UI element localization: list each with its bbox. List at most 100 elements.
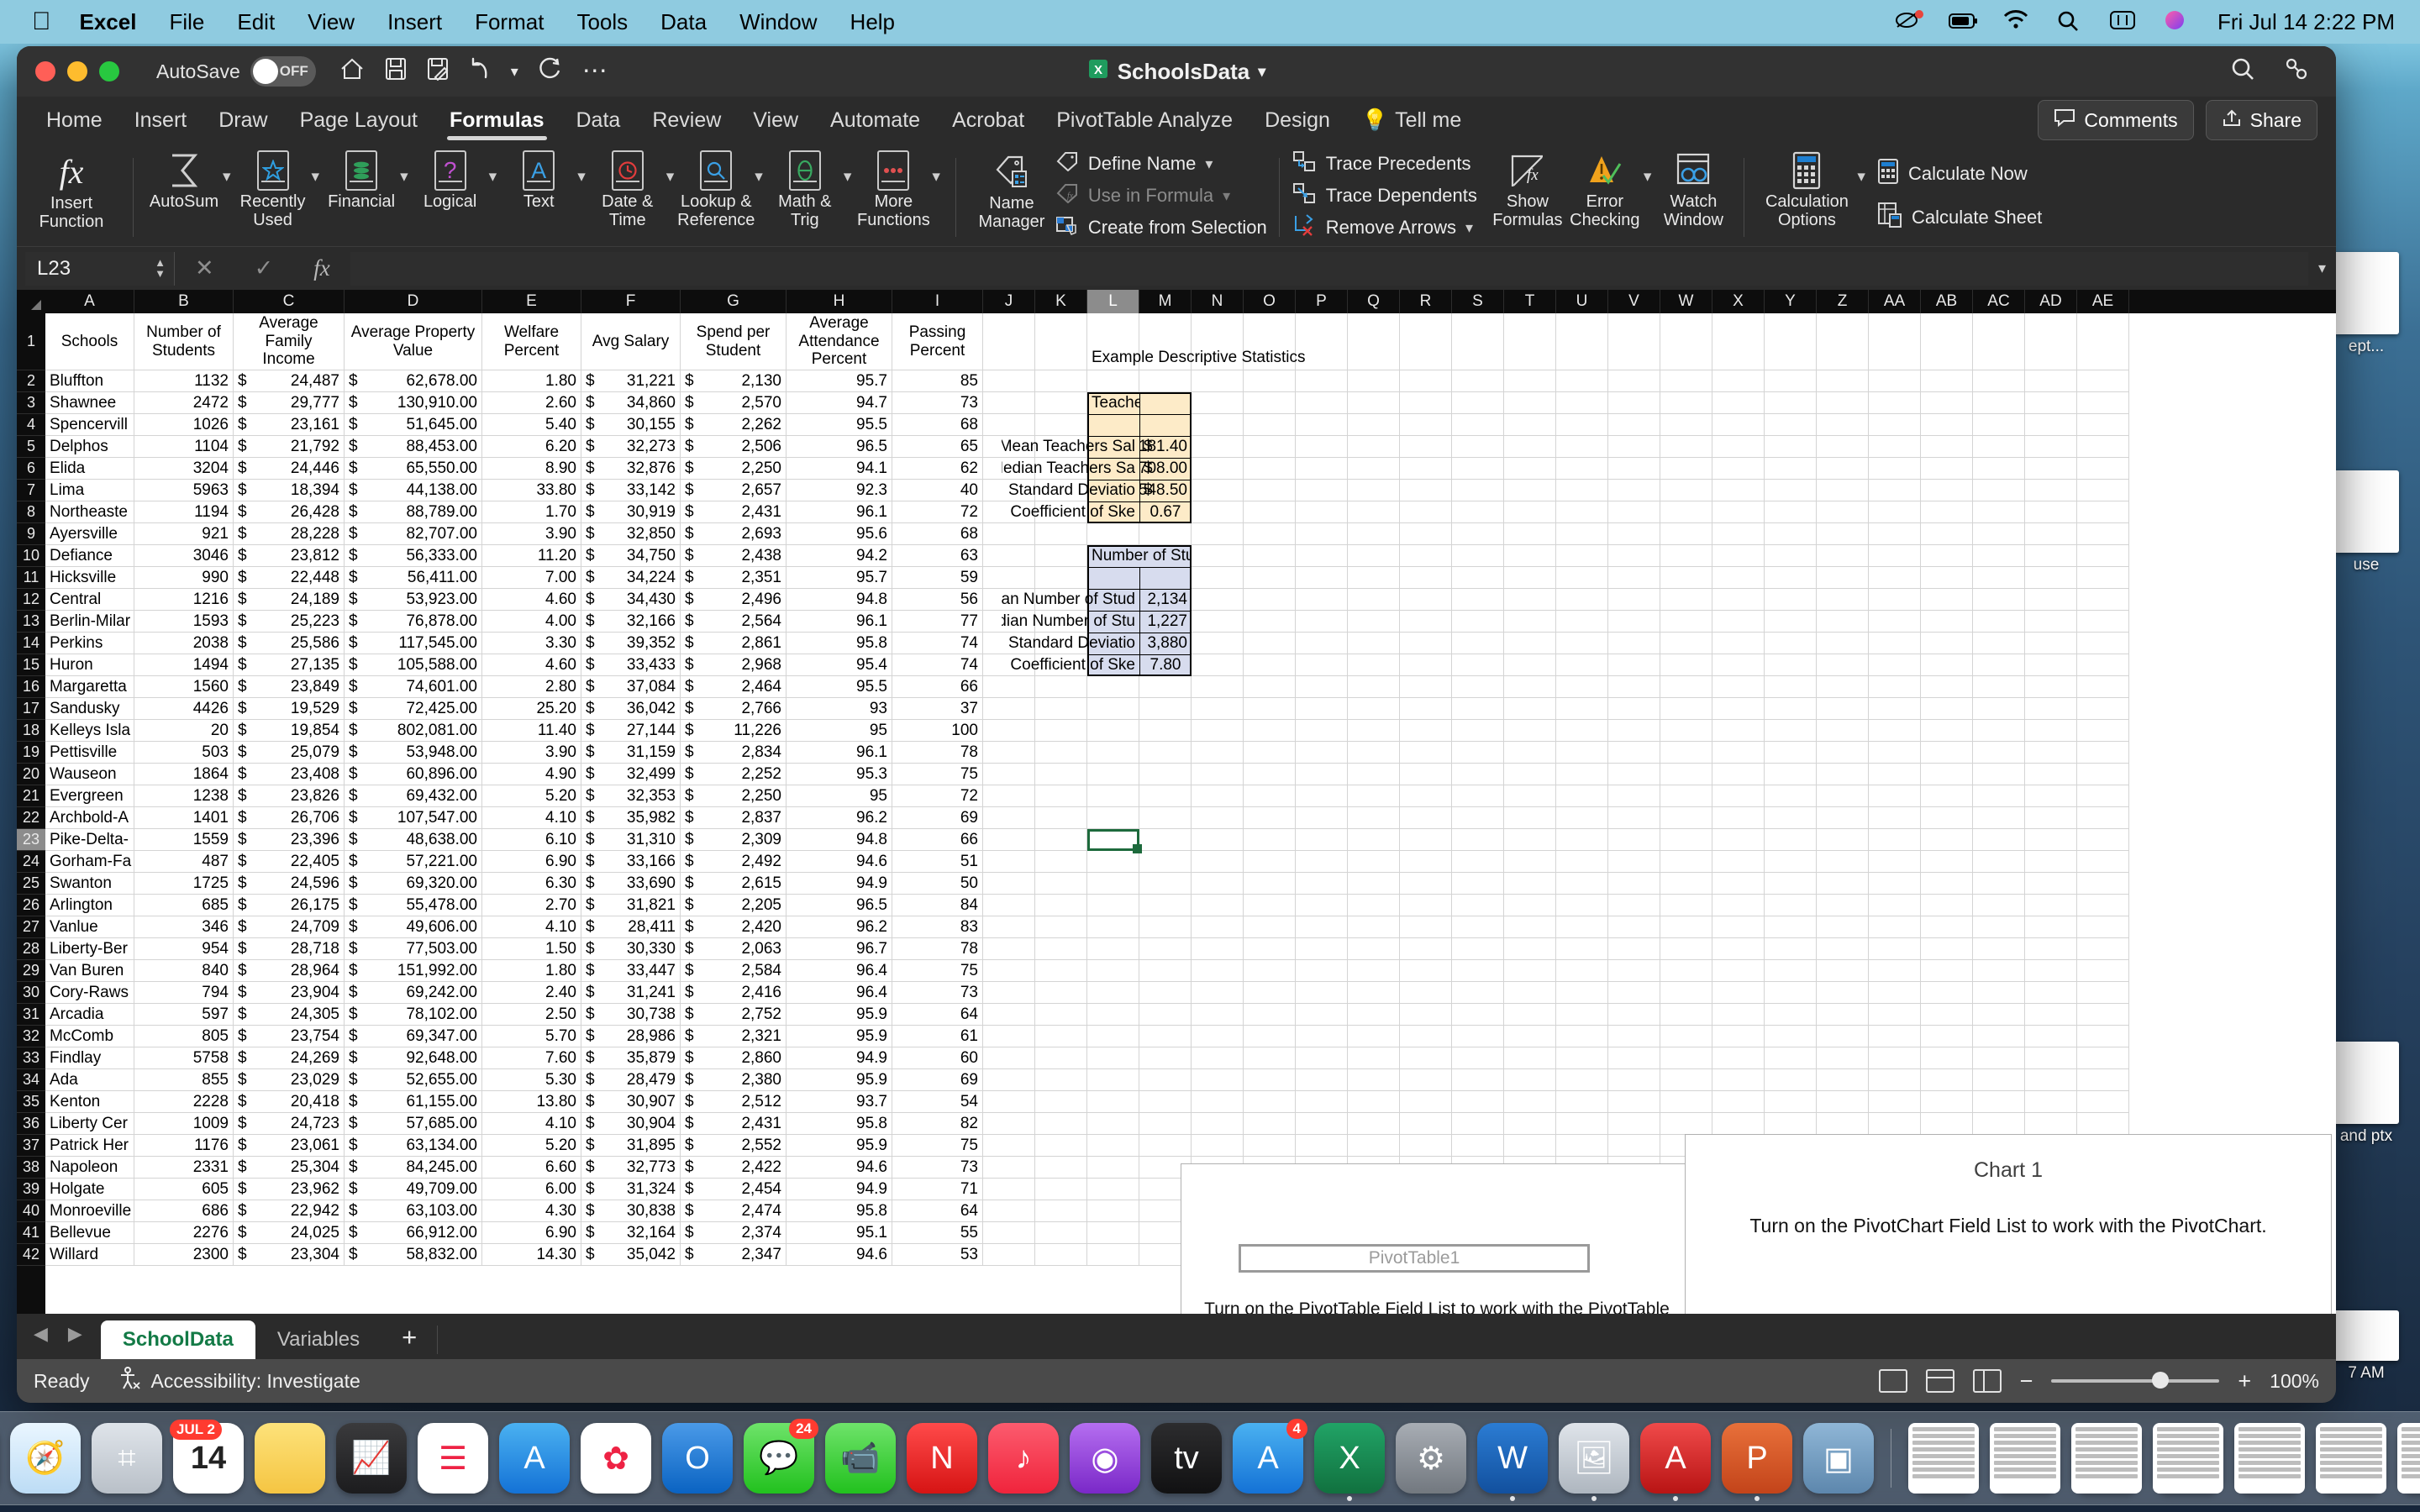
cell-w[interactable]: [1660, 1047, 1712, 1069]
cell-o[interactable]: [1244, 633, 1296, 654]
cell-g[interactable]: $2,615: [681, 873, 786, 895]
cell-s[interactable]: [1452, 545, 1504, 567]
cell-k[interactable]: [1035, 895, 1087, 916]
cell-o[interactable]: [1244, 873, 1296, 895]
cell-ae[interactable]: [2077, 313, 2129, 370]
cell-b[interactable]: 685: [134, 895, 234, 916]
cell-t[interactable]: [1504, 960, 1556, 982]
cell-a[interactable]: Napoleon: [45, 1157, 134, 1179]
cell-aa[interactable]: [1869, 523, 1921, 545]
cell-o[interactable]: [1244, 589, 1296, 611]
cell-h[interactable]: 95.9: [786, 1135, 892, 1157]
cell-r[interactable]: [1400, 1026, 1452, 1047]
row-header-3[interactable]: 3: [17, 392, 45, 414]
cell-d[interactable]: $72,425.00: [345, 698, 482, 720]
cell-g[interactable]: $2,861: [681, 633, 786, 654]
cell-a[interactable]: Defiance: [45, 545, 134, 567]
cell-r[interactable]: [1400, 785, 1452, 807]
cell-j[interactable]: [983, 1069, 1035, 1091]
column-header-b[interactable]: B: [134, 290, 234, 313]
cell-z[interactable]: [1817, 742, 1869, 764]
cell-ac[interactable]: [1973, 1026, 2025, 1047]
cell-i[interactable]: 53: [892, 1244, 983, 1266]
cell-ac[interactable]: [1973, 982, 2025, 1004]
cell-n[interactable]: [1192, 698, 1244, 720]
row-header-14[interactable]: 14: [17, 633, 45, 654]
cell-x[interactable]: [1712, 764, 1765, 785]
dock-acrobat-icon[interactable]: A: [1640, 1423, 1711, 1501]
search-icon[interactable]: [2056, 9, 2085, 34]
cell-n[interactable]: [1192, 611, 1244, 633]
cell-b[interactable]: 1401: [134, 807, 234, 829]
dock-podcasts-icon[interactable]: ◉: [1070, 1423, 1140, 1494]
cell-ad[interactable]: [2025, 501, 2077, 523]
cell-a[interactable]: Ada: [45, 1069, 134, 1091]
cell-o[interactable]: [1244, 895, 1296, 916]
cell-ad[interactable]: [2025, 829, 2077, 851]
cell-w[interactable]: [1660, 480, 1712, 501]
cell-aa[interactable]: [1869, 545, 1921, 567]
cell-k[interactable]: [1035, 982, 1087, 1004]
cell-c[interactable]: $24,596: [234, 873, 345, 895]
normal-view-button[interactable]: [1878, 1369, 1907, 1393]
cell-ab[interactable]: [1921, 313, 1973, 370]
cell-a[interactable]: Evergreen: [45, 785, 134, 807]
cell-t[interactable]: [1504, 1113, 1556, 1135]
cell-p[interactable]: [1296, 742, 1348, 764]
cell-x[interactable]: [1712, 895, 1765, 916]
cell-k[interactable]: [1035, 1200, 1087, 1222]
cell-t[interactable]: [1504, 1004, 1556, 1026]
cell-ad[interactable]: [2025, 851, 2077, 873]
use-in-formula-button[interactable]: fx Use in Formula ▾: [1055, 181, 1267, 211]
cell-j[interactable]: [983, 567, 1035, 589]
cell-aa[interactable]: [1869, 785, 1921, 807]
more-functions-button[interactable]: More Functions ▾: [855, 149, 944, 230]
cell-p[interactable]: [1296, 1026, 1348, 1047]
cell-w[interactable]: [1660, 982, 1712, 1004]
cell-i[interactable]: 78: [892, 742, 983, 764]
cell-h[interactable]: 96.5: [786, 895, 892, 916]
cell-m[interactable]: [1139, 895, 1192, 916]
cell-l[interactable]: [1087, 938, 1139, 960]
cell-j[interactable]: [983, 829, 1035, 851]
sheet-nav-arrows[interactable]: ◀ ▶: [29, 1314, 101, 1359]
cell-w[interactable]: [1660, 873, 1712, 895]
cell-n[interactable]: [1192, 829, 1244, 851]
cell-z[interactable]: [1817, 807, 1869, 829]
cell-s[interactable]: [1452, 960, 1504, 982]
cell-o[interactable]: [1244, 436, 1296, 458]
cell-q[interactable]: [1348, 1113, 1400, 1135]
cell-x[interactable]: [1712, 501, 1765, 523]
cell-l[interactable]: [1087, 1069, 1139, 1091]
cell-f[interactable]: $35,879: [581, 1047, 681, 1069]
table-row[interactable]: McComb 805 $23,754 $69,347.00 5.70 $28,986 $2,…: [45, 1026, 2336, 1047]
cell-h[interactable]: 96.1: [786, 501, 892, 523]
cell-o[interactable]: [1244, 567, 1296, 589]
cell-h[interactable]: 95.8: [786, 1200, 892, 1222]
cell-i[interactable]: 60: [892, 1047, 983, 1069]
cell-h[interactable]: 93.7: [786, 1091, 892, 1113]
cell-ad[interactable]: [2025, 982, 2077, 1004]
cell-p[interactable]: [1296, 567, 1348, 589]
cell-a[interactable]: Cory-Raws: [45, 982, 134, 1004]
cell-t[interactable]: [1504, 720, 1556, 742]
cell-u[interactable]: [1556, 1113, 1608, 1135]
cell-b[interactable]: 1494: [134, 654, 234, 676]
cell-y[interactable]: [1765, 676, 1817, 698]
cell-a[interactable]: Hicksville: [45, 567, 134, 589]
row-header-38[interactable]: 38: [17, 1157, 45, 1179]
cell-j[interactable]: [983, 895, 1035, 916]
cell-i[interactable]: 84: [892, 895, 983, 916]
cell-e[interactable]: 6.00: [482, 1179, 581, 1200]
cell-ad[interactable]: [2025, 611, 2077, 633]
cell-h[interactable]: 95: [786, 720, 892, 742]
cell-o[interactable]: [1244, 1113, 1296, 1135]
column-header-r[interactable]: R: [1400, 290, 1452, 313]
cell-ad[interactable]: [2025, 873, 2077, 895]
cell-z[interactable]: [1817, 414, 1869, 436]
cell-r[interactable]: [1400, 764, 1452, 785]
table-row[interactable]: Gorham-Fa 487 $22,405 $57,221.00 6.90 $33,166…: [45, 851, 2336, 873]
save-icon[interactable]: [385, 57, 407, 86]
cell-w[interactable]: [1660, 313, 1712, 370]
column-header-aa[interactable]: AA: [1869, 290, 1921, 313]
